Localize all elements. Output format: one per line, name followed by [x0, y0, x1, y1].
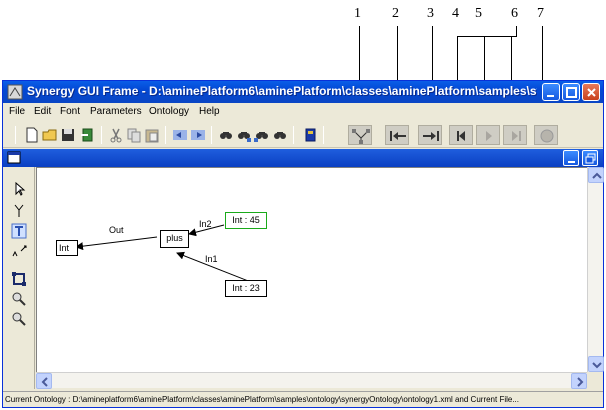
play-button[interactable]	[476, 125, 500, 145]
minimize-button[interactable]	[542, 83, 560, 101]
toolbar-separator	[165, 126, 166, 144]
relation-tool-icon[interactable]	[11, 243, 27, 259]
stop-button[interactable]	[534, 125, 558, 145]
scroll-up-button[interactable]	[588, 167, 604, 183]
link-tool-icon[interactable]	[11, 203, 27, 219]
app-window: Synergy GUI Frame - D:\aminePlatform6\am…	[2, 80, 604, 408]
menu-parameters[interactable]: Parameters	[90, 106, 142, 117]
activate-button[interactable]	[348, 125, 372, 145]
internal-frame-titlebar[interactable]	[3, 149, 603, 167]
scroll-corner	[587, 372, 603, 388]
callout-7: 7	[537, 6, 544, 21]
scroll-right-button[interactable]	[571, 373, 587, 389]
edge-out-line	[75, 236, 158, 251]
toolbar-grip	[15, 126, 16, 144]
frame-icon	[7, 151, 21, 164]
scroll-down-button[interactable]	[588, 356, 604, 372]
frame-minimize-button[interactable]	[563, 150, 579, 166]
menu-bar: File Edit Font Parameters Ontology Help	[3, 103, 603, 122]
callout-2: 2	[392, 6, 399, 21]
open-folder-icon[interactable]	[41, 126, 59, 144]
toolbar	[3, 122, 603, 148]
exit-icon[interactable]	[79, 126, 97, 144]
menu-help[interactable]: Help	[199, 106, 220, 117]
callout-bracket-6	[457, 36, 517, 37]
menu-edit[interactable]: Edit	[34, 106, 51, 117]
callout-3: 3	[427, 6, 434, 21]
cut-icon[interactable]	[107, 126, 125, 144]
edge-label-in1: In1	[205, 254, 218, 264]
status-text: Current Ontology : D:\amineplatform6\ami…	[5, 395, 520, 404]
toolbar-separator	[101, 126, 102, 144]
save-icon[interactable]	[59, 126, 77, 144]
callout-5: 5	[475, 6, 482, 21]
menu-font[interactable]: Font	[60, 106, 80, 117]
find-all-icon[interactable]	[271, 126, 289, 144]
find-next-icon[interactable]	[235, 126, 253, 144]
menu-file[interactable]: File	[9, 106, 25, 117]
toolbar-separator	[293, 126, 294, 144]
redo-icon[interactable]	[189, 126, 207, 144]
menu-ontology[interactable]: Ontology	[149, 106, 189, 117]
diagram-canvas[interactable]: Int plus Int : 45 Int : 23 Out In2 In1	[36, 167, 587, 372]
book-icon[interactable]	[301, 126, 319, 144]
zoom-in-icon[interactable]	[11, 291, 27, 307]
node-int-output[interactable]: Int	[56, 240, 78, 256]
find-icon[interactable]	[217, 126, 235, 144]
scroll-left-button[interactable]	[36, 373, 52, 389]
horizontal-scrollbar[interactable]	[36, 372, 587, 389]
callout-6: 6	[511, 6, 518, 21]
edge-label-in2: In2	[199, 219, 212, 229]
screenshot-root: 1 2 3 4 5 6 7 Synergy GUI Frame - D:\ami…	[0, 0, 606, 410]
undo-icon[interactable]	[171, 126, 189, 144]
step-start-button[interactable]	[385, 125, 409, 145]
node-int-45[interactable]: Int : 45	[225, 212, 267, 229]
vertical-scrollbar[interactable]	[587, 167, 604, 372]
status-bar: Current Ontology : D:\amineplatform6\ami…	[3, 391, 603, 407]
node-plus[interactable]: plus	[160, 230, 189, 248]
find-replace-icon[interactable]	[253, 126, 271, 144]
tool-palette	[3, 167, 35, 389]
last-button[interactable]	[503, 125, 527, 145]
frame-restore-button[interactable]	[582, 150, 598, 166]
window-title: Synergy GUI Frame - D:\aminePlatform6\am…	[27, 84, 537, 98]
zoom-out-icon[interactable]	[11, 311, 27, 327]
callout-4: 4	[452, 6, 459, 21]
select-arrow-icon[interactable]	[11, 181, 27, 197]
paste-icon[interactable]	[143, 126, 161, 144]
callout-1: 1	[354, 6, 361, 21]
copy-icon[interactable]	[125, 126, 143, 144]
first-button[interactable]	[449, 125, 473, 145]
app-icon[interactable]	[7, 84, 23, 100]
title-bar[interactable]: Synergy GUI Frame - D:\aminePlatform6\am…	[3, 81, 603, 103]
toolbar-separator	[211, 126, 212, 144]
text-tool-icon[interactable]	[11, 223, 27, 239]
node-int-23[interactable]: Int : 23	[225, 280, 267, 297]
toolbar-separator	[323, 126, 324, 144]
new-file-icon[interactable]	[23, 126, 41, 144]
callout-line-6	[516, 26, 517, 36]
rectangle-tool-icon[interactable]	[11, 271, 27, 287]
edge-label-out: Out	[109, 225, 124, 235]
close-button[interactable]	[582, 83, 600, 101]
maximize-button[interactable]	[562, 83, 580, 101]
step-end-button[interactable]	[418, 125, 442, 145]
diagram-edges	[75, 224, 257, 285]
